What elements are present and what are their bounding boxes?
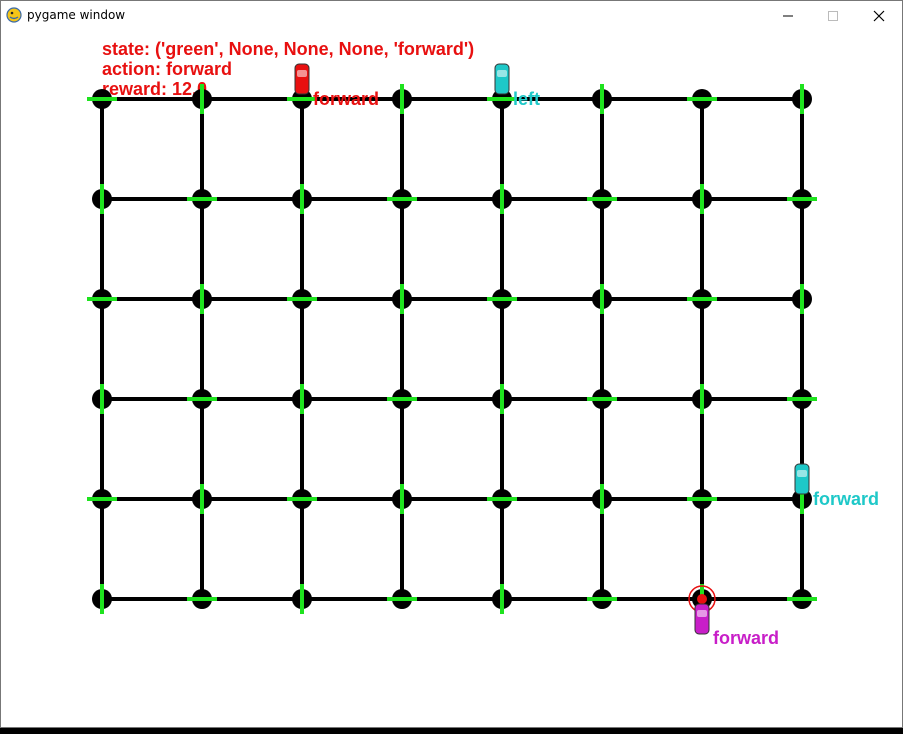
close-icon <box>873 10 885 22</box>
minimize-icon <box>783 15 793 17</box>
car-action-label: forward <box>713 628 779 648</box>
minimize-button[interactable] <box>765 1 811 31</box>
pygame-snake-icon <box>6 7 22 23</box>
car-windshield <box>297 70 307 77</box>
agent-target-dot <box>697 594 707 604</box>
car-windshield <box>797 470 807 477</box>
maximize-button[interactable] <box>810 1 856 31</box>
car-action-label: forward <box>813 489 879 509</box>
car-action-label: left <box>513 89 540 109</box>
car-windshield <box>497 70 507 77</box>
car-cyan-top <box>494 63 510 95</box>
car-action-label: forward <box>313 89 379 109</box>
title-bar[interactable]: pygame window <box>1 1 902 31</box>
close-button[interactable] <box>856 1 902 31</box>
maximize-icon <box>828 11 838 21</box>
car-windshield <box>697 610 707 617</box>
game-canvas[interactable]: forward left forward forward <box>1 31 902 727</box>
pygame-window: pygame window state: ('green', None, Non… <box>0 0 903 728</box>
car-cyan-right <box>794 463 810 495</box>
car-red <box>294 63 310 95</box>
window-title: pygame window <box>27 8 126 22</box>
car-magenta <box>694 603 710 635</box>
